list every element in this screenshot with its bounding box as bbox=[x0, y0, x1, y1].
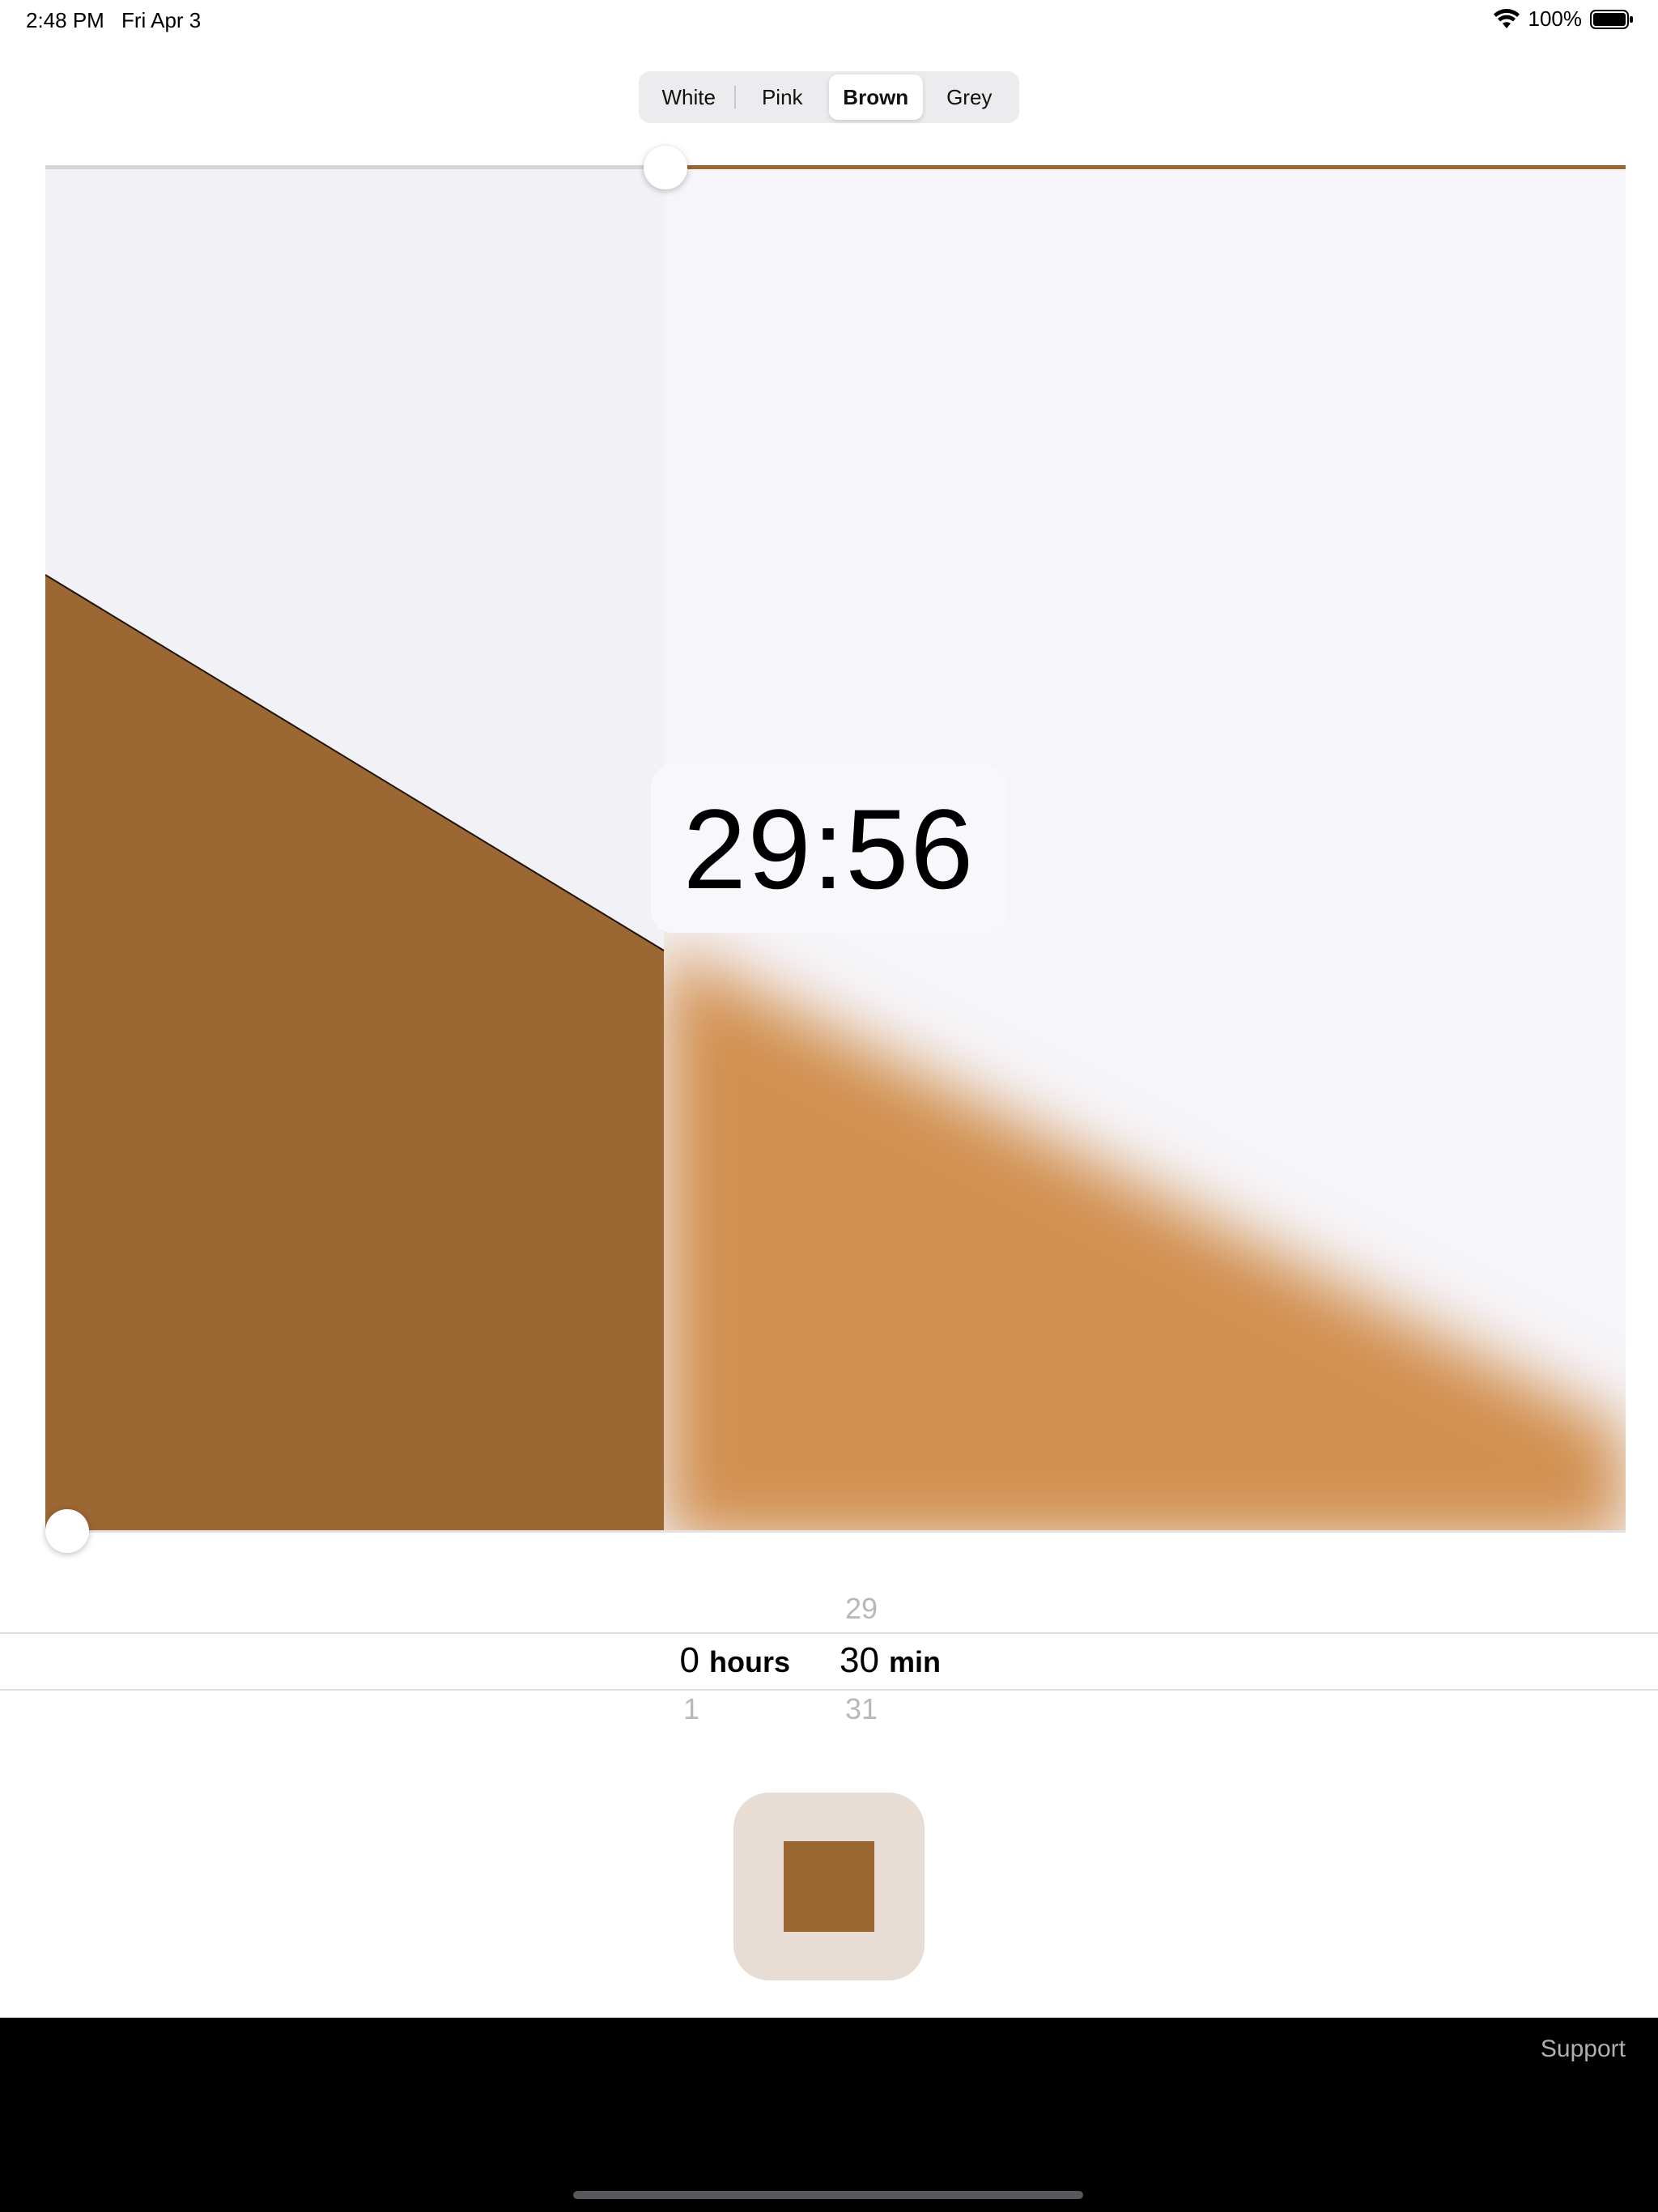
duration-picker[interactable]: 0 1 hours 29 30 31 min bbox=[0, 1587, 1658, 1741]
stop-icon bbox=[784, 1841, 874, 1932]
hours-next[interactable]: 1 bbox=[648, 1692, 699, 1726]
battery-icon bbox=[1590, 9, 1633, 29]
battery-percent: 100% bbox=[1528, 6, 1583, 31]
status-right: 100% bbox=[1493, 6, 1635, 32]
hours-unit-label: hours bbox=[709, 1645, 791, 1678]
status-date: Fri Apr 3 bbox=[121, 8, 202, 32]
top-slider-fill bbox=[667, 165, 1626, 169]
home-indicator bbox=[573, 2191, 1083, 2199]
timer-display: 29:56 bbox=[651, 765, 1007, 933]
app-screen: 2:48 PM Fri Apr 3 100% White Pink Brown … bbox=[0, 0, 1658, 2212]
stop-button[interactable] bbox=[733, 1793, 925, 1980]
noise-option-brown[interactable]: Brown bbox=[829, 74, 923, 120]
minutes-next[interactable]: 31 bbox=[810, 1692, 878, 1726]
top-slider-track[interactable] bbox=[45, 165, 1626, 169]
top-slider-knob[interactable] bbox=[644, 146, 687, 189]
status-time: 2:48 PM bbox=[26, 8, 104, 32]
minutes-unit-label: min bbox=[889, 1645, 942, 1678]
support-link[interactable]: Support bbox=[1541, 2035, 1626, 2063]
bottom-bar: Support bbox=[0, 2018, 1658, 2212]
hours-value[interactable]: 0 bbox=[648, 1640, 699, 1681]
bottom-slider-knob[interactable] bbox=[45, 1509, 89, 1553]
status-bar: 2:48 PM Fri Apr 3 100% bbox=[0, 0, 1658, 39]
noise-option-pink[interactable]: Pink bbox=[736, 74, 830, 120]
wifi-icon bbox=[1493, 8, 1520, 28]
bottom-slider-track[interactable] bbox=[45, 1530, 1626, 1533]
picker-selection-line-top bbox=[0, 1632, 1658, 1634]
noise-option-white[interactable]: White bbox=[642, 74, 736, 120]
noise-type-selector: White Pink Brown Grey bbox=[639, 71, 1019, 123]
picker-selection-line-bottom bbox=[0, 1689, 1658, 1691]
noise-option-grey[interactable]: Grey bbox=[923, 74, 1017, 120]
timer-remaining: 29:56 bbox=[682, 785, 976, 912]
minutes-previous[interactable]: 29 bbox=[810, 1592, 878, 1626]
minutes-value[interactable]: 30 bbox=[810, 1640, 879, 1681]
